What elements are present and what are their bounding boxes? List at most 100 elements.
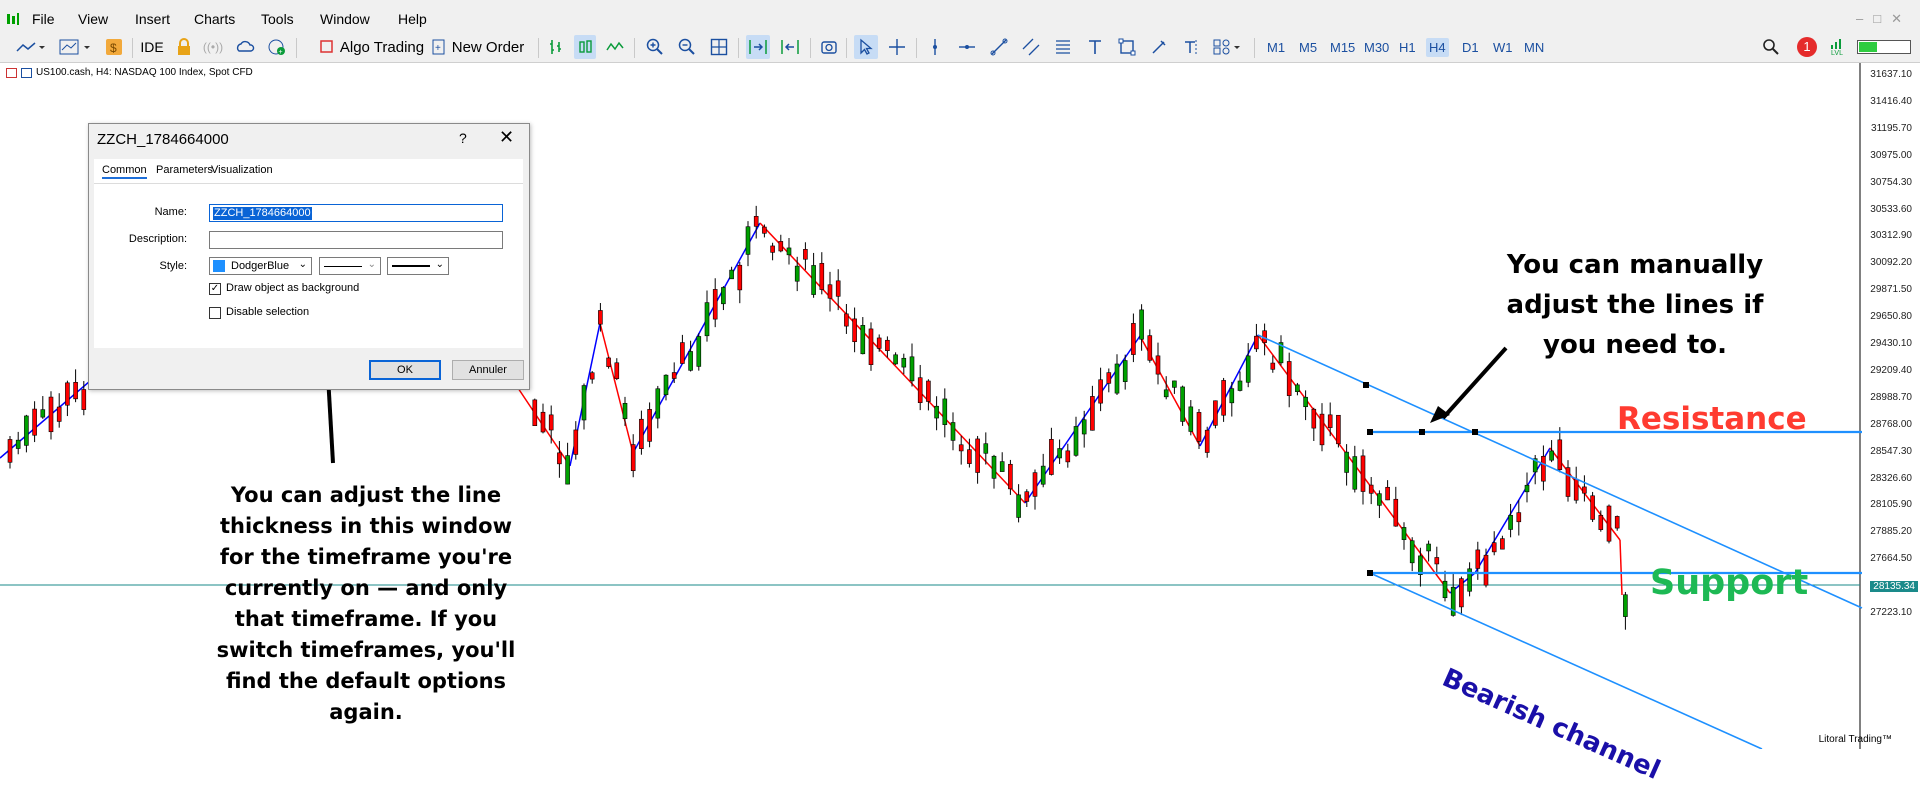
trendline-icon[interactable] xyxy=(988,35,1010,59)
line-chart-type-icon[interactable] xyxy=(604,35,626,59)
grid-icon[interactable] xyxy=(708,35,730,59)
coins-icon[interactable]: $ xyxy=(104,35,124,59)
text-icon[interactable] xyxy=(1084,35,1106,59)
svg-text:+: + xyxy=(435,43,441,54)
lock-icon[interactable] xyxy=(174,35,194,59)
ide-button[interactable]: IDE xyxy=(140,35,164,59)
candle-body xyxy=(1114,363,1120,394)
candle-body xyxy=(901,357,907,368)
tf-h1[interactable]: H1 xyxy=(1396,38,1419,57)
description-field[interactable] xyxy=(209,231,503,249)
candle-body xyxy=(1221,380,1226,416)
line-handle xyxy=(1419,429,1425,435)
name-field[interactable]: ZZCH_1784664000 xyxy=(209,204,503,222)
objects-menu-icon[interactable] xyxy=(1210,35,1246,59)
fibonacci-icon[interactable] xyxy=(1052,35,1074,59)
candle-body xyxy=(671,372,677,379)
candle-body xyxy=(655,388,661,419)
candle-body xyxy=(893,354,898,365)
color-select[interactable]: DodgerBlue ⌄ xyxy=(209,257,312,275)
price-tick: 30312.90 xyxy=(1870,230,1912,242)
price-tick: 30975.00 xyxy=(1870,149,1912,161)
text-label-icon[interactable] xyxy=(1180,35,1202,59)
chart-symbol-text: US100.cash, H4: NASDAQ 100 Index, Spot C… xyxy=(36,67,253,78)
menu-window[interactable]: Window xyxy=(320,11,370,27)
search-icon[interactable] xyxy=(1760,35,1782,59)
candle-body xyxy=(81,389,87,410)
tf-m1[interactable]: M1 xyxy=(1264,38,1288,57)
signal-icon[interactable]: ((•)) xyxy=(202,35,224,59)
tf-m15[interactable]: M15 xyxy=(1327,38,1358,57)
new-order-button[interactable]: + New Order xyxy=(428,35,528,59)
channel-icon[interactable] xyxy=(1020,35,1042,59)
tf-m5[interactable]: M5 xyxy=(1296,38,1320,57)
zoom-in-icon[interactable] xyxy=(644,35,666,59)
bar-chart-icon[interactable] xyxy=(546,35,566,59)
minimize-icon[interactable]: – xyxy=(1856,11,1873,26)
candle-body xyxy=(811,265,816,295)
candle-body xyxy=(803,249,808,260)
cloud-icon[interactable] xyxy=(234,35,256,59)
crosshair-icon[interactable] xyxy=(886,35,908,59)
pencil-icon[interactable] xyxy=(1148,35,1170,59)
candle-body xyxy=(688,351,693,371)
candle-body xyxy=(1155,355,1161,375)
menu-file[interactable]: File xyxy=(32,11,55,27)
tf-d1[interactable]: D1 xyxy=(1459,38,1482,57)
close-icon[interactable]: ✕ xyxy=(499,127,514,148)
close-window-icon[interactable]: ✕ xyxy=(1891,11,1912,26)
vertical-line-icon[interactable] xyxy=(924,35,946,59)
tf-h4[interactable]: H4 xyxy=(1426,38,1449,57)
menu-insert[interactable]: Insert xyxy=(135,11,170,27)
zigzag-segment xyxy=(759,222,1026,504)
cursor-icon[interactable] xyxy=(854,35,878,59)
horizontal-line-icon[interactable] xyxy=(956,35,978,59)
price-tick: 29430.10 xyxy=(1870,338,1912,349)
notification-badge[interactable]: 1 xyxy=(1796,35,1818,59)
tf-w1[interactable]: W1 xyxy=(1490,38,1516,57)
ok-button[interactable]: OK xyxy=(369,360,441,380)
draw-background-checkbox[interactable]: ✓ xyxy=(209,283,221,295)
restore-icon[interactable]: □ xyxy=(1873,11,1891,26)
candle-body xyxy=(1377,493,1382,506)
candle-body xyxy=(1549,450,1554,461)
algo-trading-button[interactable]: Algo Trading xyxy=(306,35,438,59)
candle-body xyxy=(786,247,792,256)
globe-add-icon[interactable]: + xyxy=(266,35,288,59)
candle-body xyxy=(614,362,620,379)
line-style-preview xyxy=(324,266,362,267)
shapes-icon[interactable] xyxy=(1116,35,1138,59)
price-tick: 30754.30 xyxy=(1870,176,1912,188)
tf-mn[interactable]: MN xyxy=(1521,38,1547,57)
screenshot-icon[interactable] xyxy=(818,35,840,59)
candle-body xyxy=(1245,355,1251,383)
tab-parameters[interactable]: Parameters xyxy=(156,164,213,176)
zoom-out-icon[interactable] xyxy=(676,35,698,59)
candle-body xyxy=(770,245,775,253)
candle-body xyxy=(852,318,857,343)
menu-tools[interactable]: Tools xyxy=(261,11,294,27)
menu-charts[interactable]: Charts xyxy=(194,11,235,27)
menu-view[interactable]: View xyxy=(78,11,108,27)
tab-visualization[interactable]: Visualization xyxy=(211,164,273,176)
line-width-select[interactable]: ⌄ xyxy=(387,257,449,275)
zigzag-segment xyxy=(1619,539,1623,596)
menu-help[interactable]: Help xyxy=(398,11,427,27)
auto-scroll-icon[interactable] xyxy=(746,35,770,59)
candle-body xyxy=(24,415,29,446)
tf-m30[interactable]: M30 xyxy=(1361,38,1392,57)
chart-type-icon[interactable] xyxy=(56,35,92,59)
tab-common[interactable]: Common xyxy=(102,164,147,179)
chart-shift-icon[interactable] xyxy=(778,35,802,59)
line-style-select[interactable]: ⌄ xyxy=(319,257,381,275)
candle-body xyxy=(1303,396,1308,408)
help-button[interactable]: ? xyxy=(459,130,467,146)
disable-selection-checkbox[interactable] xyxy=(209,307,221,319)
candle-body xyxy=(983,443,989,454)
line-chart-icon[interactable] xyxy=(12,35,48,59)
cancel-button[interactable]: Annuler xyxy=(452,360,524,380)
candlestick-icon[interactable] xyxy=(574,35,596,59)
candle-body xyxy=(753,216,759,227)
candle-body xyxy=(762,226,767,234)
candle-body xyxy=(581,385,587,421)
